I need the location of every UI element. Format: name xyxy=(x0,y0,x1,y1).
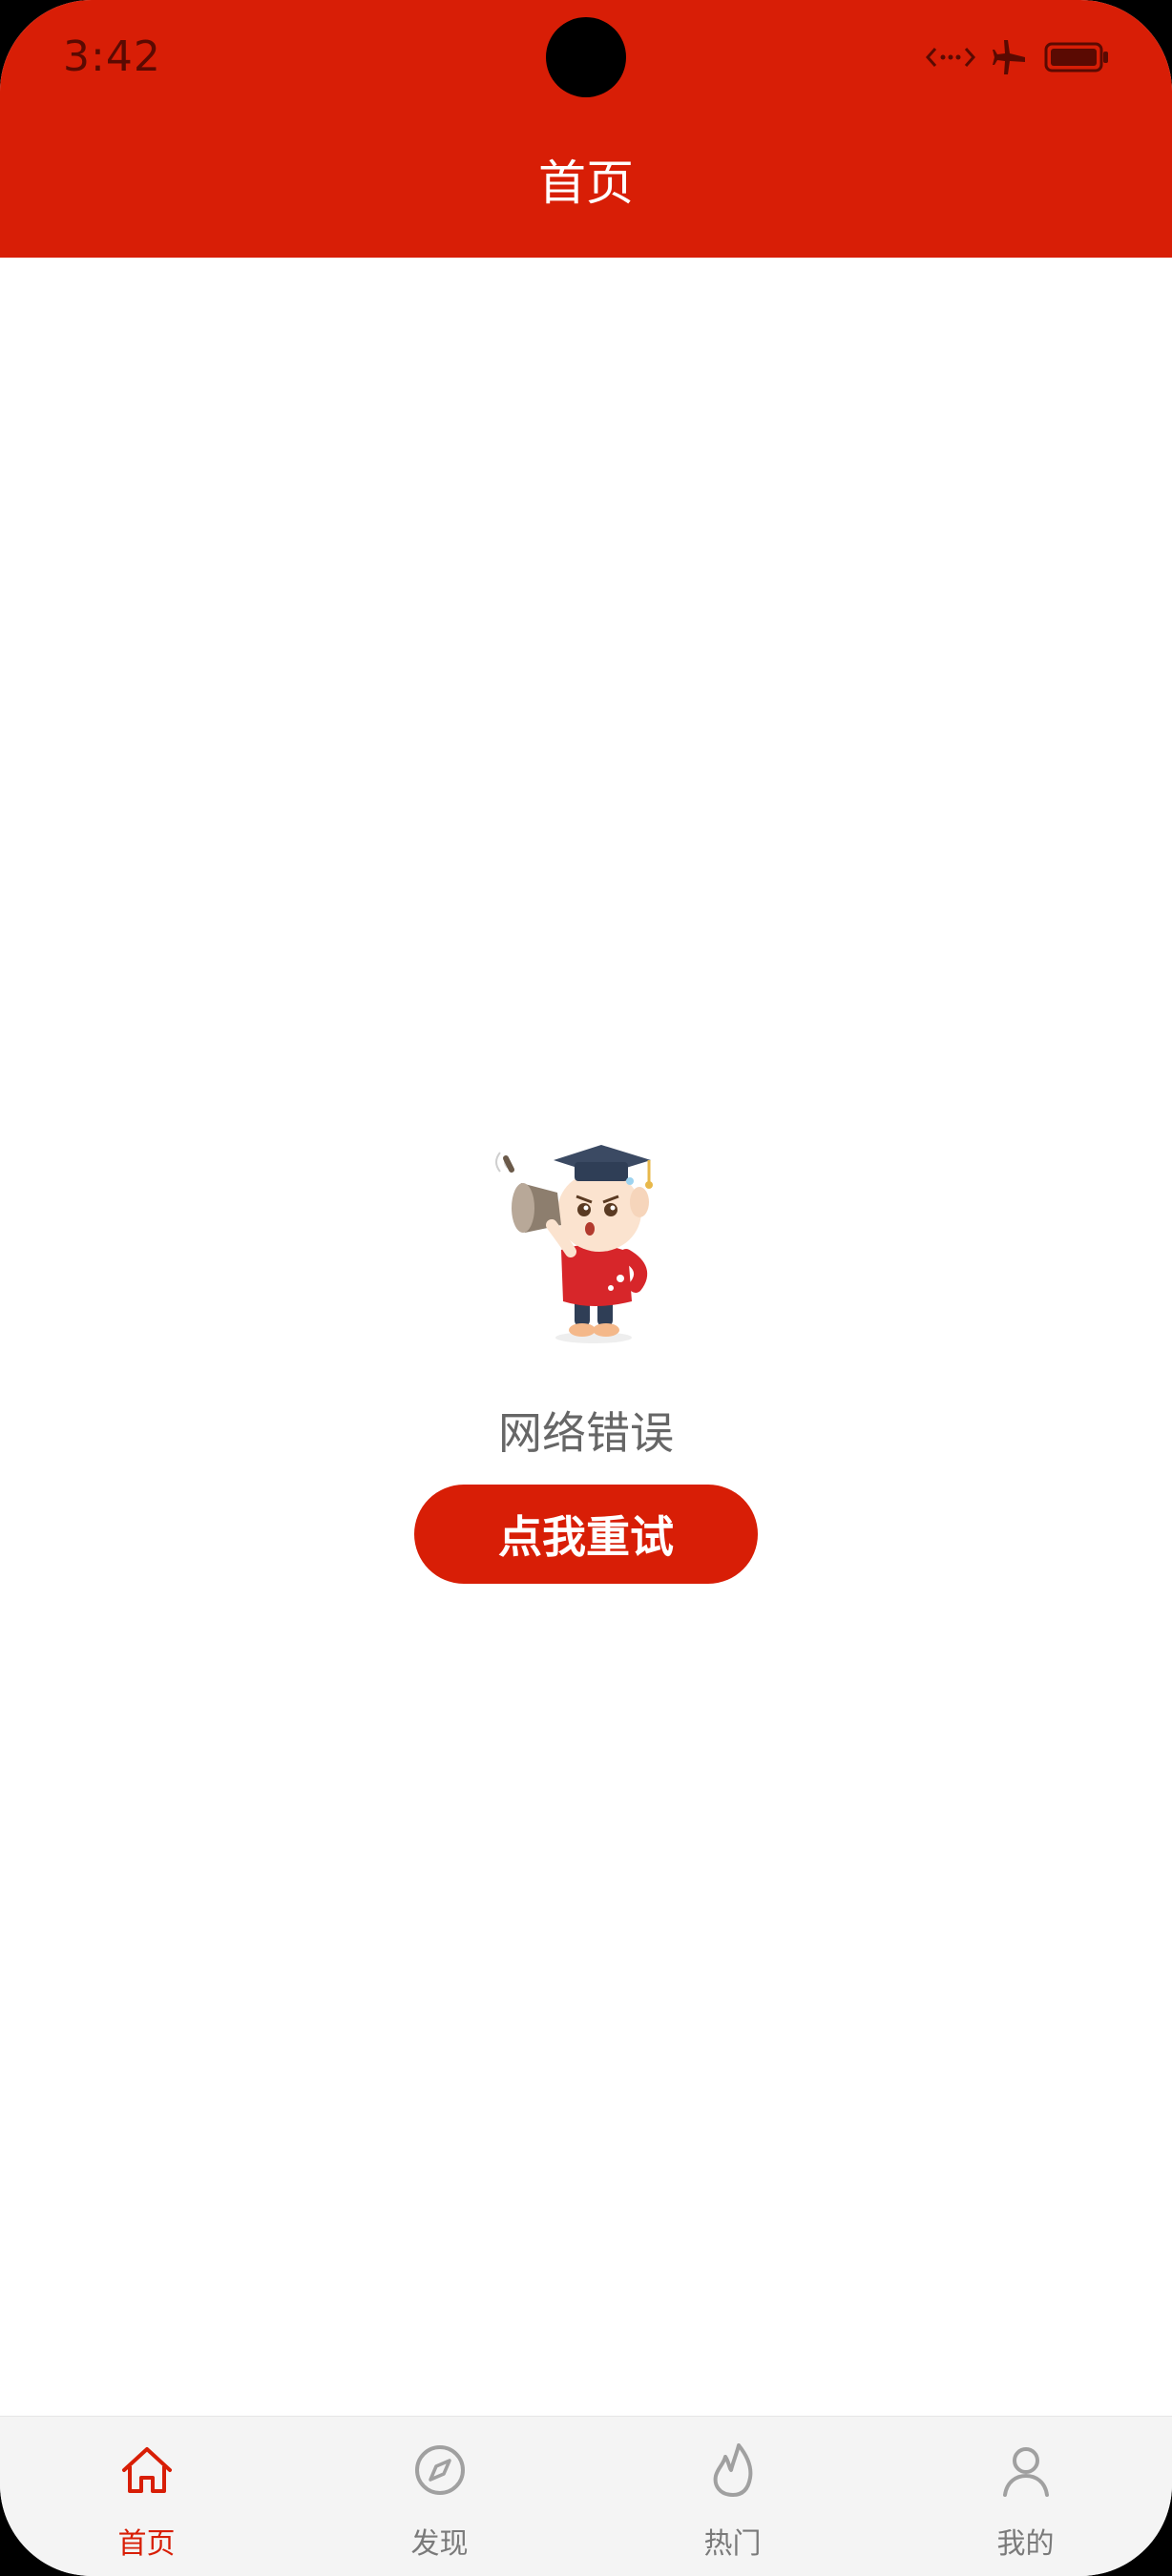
data-transfer-icon xyxy=(926,48,975,67)
tab-hot[interactable]: 热门 xyxy=(586,2417,879,2576)
bottom-tab-bar: 首页 发现 热门 我的 xyxy=(0,2416,1172,2576)
status-time: 3:42 xyxy=(63,32,161,81)
home-icon xyxy=(121,2447,172,2493)
error-message: 网络错误 xyxy=(498,1407,674,1459)
compass-icon xyxy=(414,2445,465,2495)
tab-mine[interactable]: 我的 xyxy=(879,2417,1172,2576)
phone-screen: 3:42 首页 网络错误 点我重试 首页 发现 热门 我的 xyxy=(0,0,1172,2576)
battery-icon xyxy=(1044,42,1108,73)
mascot-illustration xyxy=(495,1145,653,1343)
airplane-mode-icon xyxy=(993,40,1025,74)
user-icon xyxy=(1002,2447,1049,2497)
status-icons xyxy=(926,38,1109,76)
app-header: 3:42 首页 xyxy=(0,0,1172,258)
tab-discover-label: 发现 xyxy=(410,2527,469,2561)
tab-mine-label: 我的 xyxy=(996,2527,1055,2561)
flame-icon xyxy=(713,2443,752,2497)
camera-cutout xyxy=(546,17,626,97)
tab-discover[interactable]: 发现 xyxy=(293,2417,586,2576)
tab-hot-label: 热门 xyxy=(703,2527,762,2561)
page-title: 首页 xyxy=(538,156,634,211)
retry-button[interactable]: 点我重试 xyxy=(414,1485,758,1584)
tab-home[interactable]: 首页 xyxy=(0,2417,293,2576)
tab-home-label: 首页 xyxy=(117,2527,176,2561)
